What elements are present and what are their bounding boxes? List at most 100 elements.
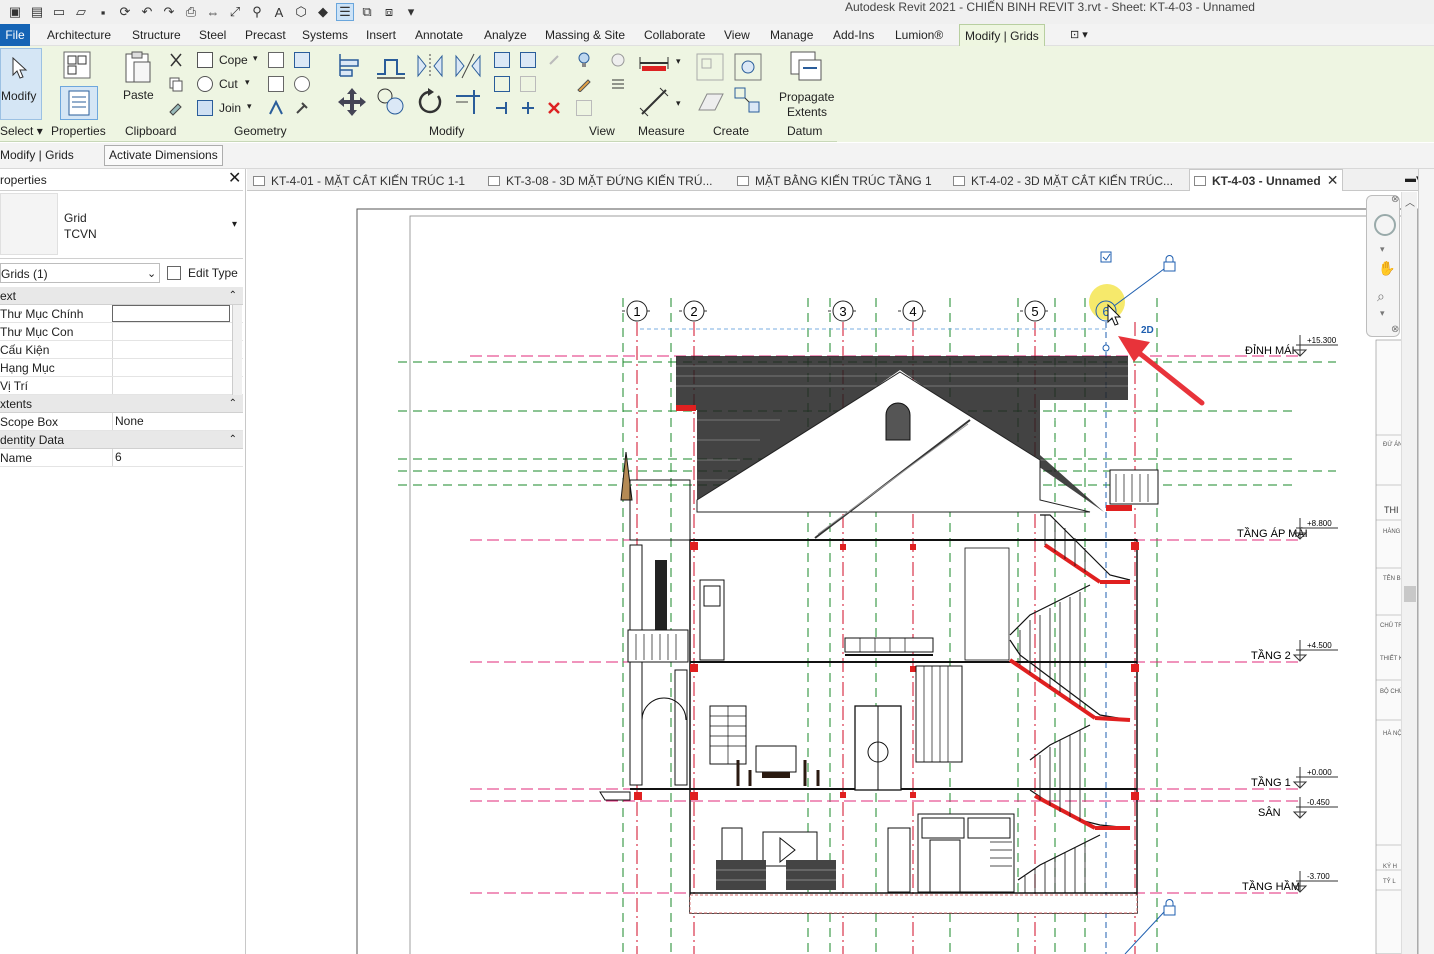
3d-view-icon[interactable]: ⬡ <box>292 3 310 21</box>
scroll-up-icon[interactable]: ︿ <box>1405 194 1415 209</box>
activate-dimensions-button[interactable]: Activate Dimensions <box>104 145 223 166</box>
doc-tab-mat-bang-tang-1[interactable]: MẶT BẰNG KIẾN TRÚC TẦNG 1 <box>737 172 932 190</box>
customize-qat-icon[interactable]: ▾ <box>402 3 420 21</box>
vertical-scrollbar[interactable]: ︿ <box>1401 192 1417 954</box>
property-row[interactable]: Hạng Mục <box>0 359 243 377</box>
property-row[interactable]: Name 6 <box>0 449 243 467</box>
tab-lumion[interactable]: Lumion® <box>895 24 943 46</box>
aligned-dimension-icon[interactable]: ⤢ <box>226 3 244 21</box>
instance-filter-dropdown[interactable]: Grids (1) ⌄ <box>0 263 160 283</box>
undo-icon[interactable]: ↶ <box>138 3 156 21</box>
type-selector[interactable]: Grid TCVN ▾ <box>0 191 243 259</box>
text-icon[interactable]: A <box>270 3 288 21</box>
override-graphics-icon[interactable] <box>610 52 626 68</box>
create-assembly-icon[interactable] <box>733 52 763 82</box>
tag-icon[interactable]: ⚲ <box>248 3 266 21</box>
grid-end-handle[interactable] <box>1102 344 1110 352</box>
split-face-icon[interactable] <box>268 76 284 92</box>
level-tag-tang-ap-mai[interactable]: TẦNG ÁP MÁI +8.800 <box>1237 518 1338 540</box>
doc-tab-kt-4-02[interactable]: KT-4-02 - 3D MẶT CẮT KIẾN TRÚC... <box>953 172 1173 190</box>
2d-extents-toggle[interactable]: 2D <box>1141 325 1154 336</box>
pin-disabled-icon[interactable] <box>546 52 562 68</box>
move-small-icon[interactable] <box>494 52 510 68</box>
grid-bubble-1[interactable]: 1 <box>622 300 652 322</box>
select-panel-label[interactable]: Select ▾ <box>0 124 43 138</box>
beam-joins-icon[interactable] <box>268 99 284 116</box>
sync-icon[interactable]: ⟳ <box>116 3 134 21</box>
view-filter-icon[interactable] <box>576 100 592 116</box>
pan-hand-icon[interactable]: ✋ <box>1378 260 1395 277</box>
paint-icon[interactable] <box>294 52 310 68</box>
app-menu-icon[interactable]: ▣ <box>6 3 24 21</box>
match-properties-icon[interactable] <box>168 100 184 116</box>
ribbon-display-toggle[interactable]: ⊡ ▾ <box>1070 24 1088 46</box>
scale-disabled-icon[interactable] <box>520 76 536 92</box>
thin-lines-icon[interactable]: ☰ <box>336 3 354 21</box>
cut-scissors-icon[interactable] <box>168 52 184 68</box>
level-tag-tang-ham[interactable]: TẦNG HẦM -3.700 <box>1242 871 1338 893</box>
lock-icon[interactable] <box>1163 899 1176 916</box>
close-hidden-icon[interactable]: ⧉ <box>358 3 376 21</box>
grid-name-value[interactable]: 6 <box>112 449 230 466</box>
tab-analyze[interactable]: Analyze <box>484 24 527 46</box>
section-icon[interactable]: ◆ <box>314 3 332 21</box>
save-icon[interactable]: ▪ <box>94 3 112 21</box>
grid-bubble-5[interactable]: 5 <box>1020 300 1050 322</box>
close-icon[interactable]: ✕ <box>228 171 241 187</box>
property-row[interactable]: Cấu Kiện <box>0 341 243 359</box>
close-navbar-icon[interactable]: ⊗ <box>1391 194 1399 205</box>
type-properties-icon[interactable] <box>62 50 94 82</box>
tab-systems[interactable]: Systems <box>302 24 348 46</box>
new-icon[interactable]: ▭ <box>50 3 68 21</box>
doc-tab-kt-3-08[interactable]: KT-3-08 - 3D MẶT ĐỨNG KIẾN TRÚ... <box>488 172 713 190</box>
copy-icon[interactable] <box>168 76 184 92</box>
tab-structure[interactable]: Structure <box>132 24 181 46</box>
modify-tool-button[interactable]: Modify <box>0 48 42 120</box>
split-icon[interactable] <box>520 100 536 116</box>
tab-annotate[interactable]: Annotate <box>415 24 463 46</box>
tab-modify-grids[interactable]: Modify | Grids <box>959 24 1045 46</box>
close-tab-icon[interactable]: ✕ <box>1327 172 1339 189</box>
grid-bubble-2[interactable]: 2 <box>679 300 709 322</box>
switch-windows-icon[interactable]: ⧈ <box>380 3 398 21</box>
tab-architecture[interactable]: Architecture <box>47 24 111 46</box>
section-identity-data[interactable]: dentity Data ⌃ <box>0 431 243 449</box>
level-tag-tang-1[interactable]: TẦNG 1 +0.000 <box>1251 767 1338 789</box>
property-row[interactable]: Thư Mục Con <box>0 323 243 341</box>
tab-collaborate[interactable]: Collaborate <box>644 24 705 46</box>
edit-type-button[interactable]: Edit Type <box>164 263 240 283</box>
aligned-dimension-tool-icon[interactable] <box>638 86 670 118</box>
rotate-icon[interactable] <box>414 86 446 118</box>
doc-tab-kt-4-03-active[interactable]: KT-4-03 - Unnamed ✕ <box>1189 169 1344 191</box>
property-row[interactable]: Vị Trí <box>0 377 243 395</box>
zoom-icon[interactable]: ⌕ <box>1377 288 1385 305</box>
steering-wheel-icon[interactable] <box>1374 214 1396 236</box>
trim-extend-icon[interactable] <box>494 100 510 116</box>
open-icon[interactable]: ▤ <box>28 3 46 21</box>
hide-bulb-icon[interactable] <box>576 52 592 68</box>
array-icon[interactable] <box>494 76 510 92</box>
chevron-down-icon[interactable]: ▾ <box>1380 244 1385 255</box>
create-parts-icon[interactable] <box>695 86 725 116</box>
grid-bubble-3[interactable]: 3 <box>828 300 858 322</box>
wall-joins-icon[interactable] <box>268 52 284 68</box>
hammer-icon[interactable] <box>294 100 310 116</box>
level-tag-san[interactable]: SÂN -0.450 <box>1258 797 1338 819</box>
line-weight-icon[interactable] <box>610 76 626 92</box>
trim-corner-icon[interactable] <box>452 86 484 118</box>
copy-element-icon[interactable] <box>520 52 536 68</box>
linework-pencil-icon[interactable] <box>576 76 592 93</box>
print-icon[interactable]: ⎙ <box>182 3 200 21</box>
propagate-extents-button[interactable]: Propagate Extents <box>776 50 836 122</box>
mirror-draw-axis-icon[interactable] <box>452 52 484 80</box>
resize-icon[interactable]: ⊗ <box>1391 324 1399 335</box>
level-tag-tang-2[interactable]: TẦNG 2 +4.500 <box>1251 640 1338 662</box>
tab-massing-site[interactable]: Massing & Site <box>545 24 625 46</box>
tab-view[interactable]: View <box>724 24 750 46</box>
tab-precast[interactable]: Precast <box>245 24 286 46</box>
grid-bubbles[interactable]: 1 2 3 4 5 6 <box>622 284 1125 322</box>
align-icon[interactable] <box>336 52 366 80</box>
tab-manage[interactable]: Manage <box>770 24 813 46</box>
tab-file[interactable]: File <box>0 24 30 46</box>
level-tags[interactable]: ĐỈNH MÁI +15.300 TẦNG ÁP MÁI +8.800 TẦNG… <box>1237 335 1338 893</box>
